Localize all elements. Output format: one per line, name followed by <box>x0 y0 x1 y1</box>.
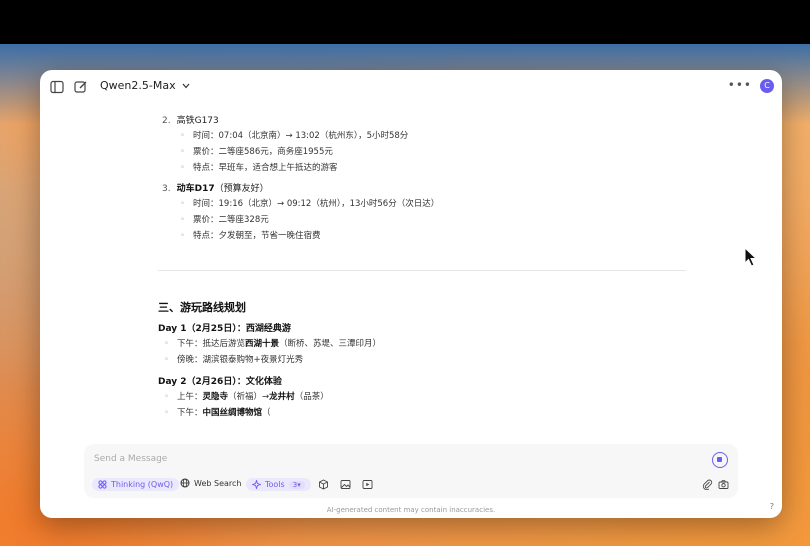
sparkle-icon <box>252 480 261 489</box>
top-bar: Qwen2.5-Max ••• C <box>40 70 782 104</box>
list-item: ◦ 上午：灵隐寺（祈福）→龙井村（品茶） <box>164 392 329 402</box>
tools-button[interactable]: Tools 3▾ <box>246 478 311 491</box>
paperclip-icon[interactable] <box>702 479 713 490</box>
list-item: ◦ 下午：抵达后游览西湖十景（断桥、苏堤、三潭印月） <box>164 339 382 349</box>
more-options-icon[interactable]: ••• <box>728 78 752 92</box>
video-icon[interactable] <box>362 479 373 490</box>
day-title: Day 1（2月25日）：西湖经典游 <box>158 324 291 334</box>
list-item: ◦ 特点：夕发朝至，节省一晚住宿费 <box>180 231 321 241</box>
avatar[interactable]: C <box>760 79 774 93</box>
list-item: ◦ 傍晚：湖滨银泰购物+夜景灯光秀 <box>164 355 304 365</box>
message-input-box[interactable]: Send a Message Thinking (QwQ) Web Search <box>84 444 738 498</box>
list-item: ◦ 票价：二等座586元，商务座1955元 <box>180 147 333 157</box>
stop-button[interactable] <box>712 452 728 468</box>
thinking-icon <box>98 480 107 489</box>
list-item: ◦ 下午：中国丝绸博物馆（ <box>164 408 271 418</box>
disclaimer: AI-generated content may contain inaccur… <box>326 506 496 514</box>
chat-window: Qwen2.5-Max ••• C 2. 高铁G173 ◦ 时间：07:04（北京南… <box>40 70 782 518</box>
day-title: Day 2（2月26日）：文化体验 <box>158 377 282 387</box>
section-heading: 三、游玩路线规划 <box>158 301 246 314</box>
model-selector[interactable]: Qwen2.5-Max <box>100 79 190 92</box>
chevron-down-icon <box>182 83 190 88</box>
globe-icon <box>180 478 190 488</box>
list-item: ◦ 时间：19:16（北京）→ 09:12（杭州），13小时56分（次日达） <box>180 199 440 209</box>
new-chat-icon[interactable] <box>74 80 88 94</box>
list-item-title: 3. 动车D17（预算友好） <box>162 184 269 194</box>
list-item-title: 2. 高铁G173 <box>162 116 219 126</box>
thinking-toggle[interactable]: Thinking (QwQ) <box>92 478 180 491</box>
list-item: ◦ 票价：二等座328元 <box>180 215 269 225</box>
model-name: Qwen2.5-Max <box>100 79 176 92</box>
list-item: ◦ 特点：早班车，适合想上午抵达的游客 <box>180 163 338 173</box>
help-button[interactable]: ? <box>770 502 774 511</box>
sidebar-toggle-icon[interactable] <box>50 80 64 94</box>
divider <box>158 270 686 271</box>
web-search-toggle[interactable]: Web Search <box>180 478 241 488</box>
camera-icon[interactable] <box>718 479 729 490</box>
tools-count-badge: 3▾ <box>288 480 305 489</box>
message-input[interactable]: Send a Message <box>94 454 167 464</box>
list-item: ◦ 时间：07:04（北京南）→ 13:02（杭州东），5小时58分 <box>180 131 409 141</box>
cube-icon[interactable] <box>318 479 329 490</box>
mouse-cursor-icon <box>744 247 758 267</box>
image-icon[interactable] <box>340 479 351 490</box>
